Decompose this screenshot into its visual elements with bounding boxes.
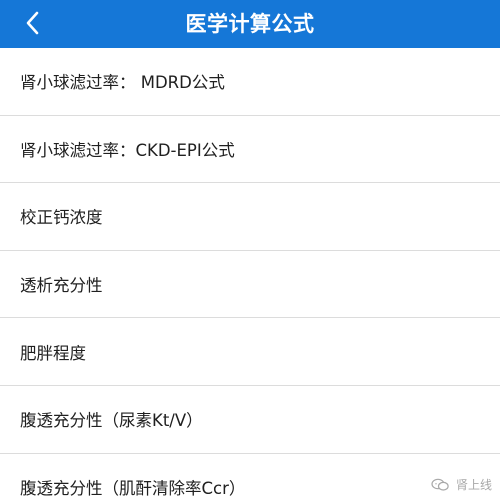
list-item-label: 腹透充分性（尿素Kt/V） (20, 411, 203, 431)
list-item-obesity-level[interactable]: 肥胖程度 (0, 318, 500, 386)
list-item-corrected-calcium[interactable]: 校正钙浓度 (0, 183, 500, 251)
chevron-left-icon (26, 11, 39, 35)
list-item-label: 透析充分性 (20, 276, 103, 296)
page-title: 医学计算公式 (185, 12, 315, 36)
list-item-pd-creatinine-clearance[interactable]: 腹透充分性（肌酐清除率Ccr） (0, 454, 500, 500)
watermark-text: 肾上线 (455, 478, 492, 492)
list-item-pd-urea-ktv[interactable]: 腹透充分性（尿素Kt/V） (0, 386, 500, 454)
list-item-label: 腹透充分性（肌酐清除率Ccr） (20, 479, 246, 499)
watermark: 肾上线 (431, 476, 492, 493)
list-item-dialysis-adequacy[interactable]: 透析充分性 (0, 251, 500, 319)
back-button[interactable] (18, 8, 48, 38)
list-item-gfr-mdrd[interactable]: 肾小球滤过率： MDRD公式 (0, 48, 500, 116)
list-item-label: 肥胖程度 (20, 343, 86, 363)
list-item-gfr-ckd-epi[interactable]: 肾小球滤过率：CKD-EPI公式 (0, 116, 500, 184)
header-bar: 医学计算公式 (0, 0, 500, 48)
formula-list: 肾小球滤过率： MDRD公式 肾小球滤过率：CKD-EPI公式 校正钙浓度 透析… (0, 48, 500, 500)
chat-bubbles-icon (431, 478, 449, 491)
list-item-label: 肾小球滤过率： MDRD公式 (20, 73, 225, 93)
app-screen: 医学计算公式 肾小球滤过率： MDRD公式 肾小球滤过率：CKD-EPI公式 校… (0, 0, 500, 500)
list-item-label: 肾小球滤过率：CKD-EPI公式 (20, 140, 235, 160)
list-item-label: 校正钙浓度 (20, 208, 103, 228)
